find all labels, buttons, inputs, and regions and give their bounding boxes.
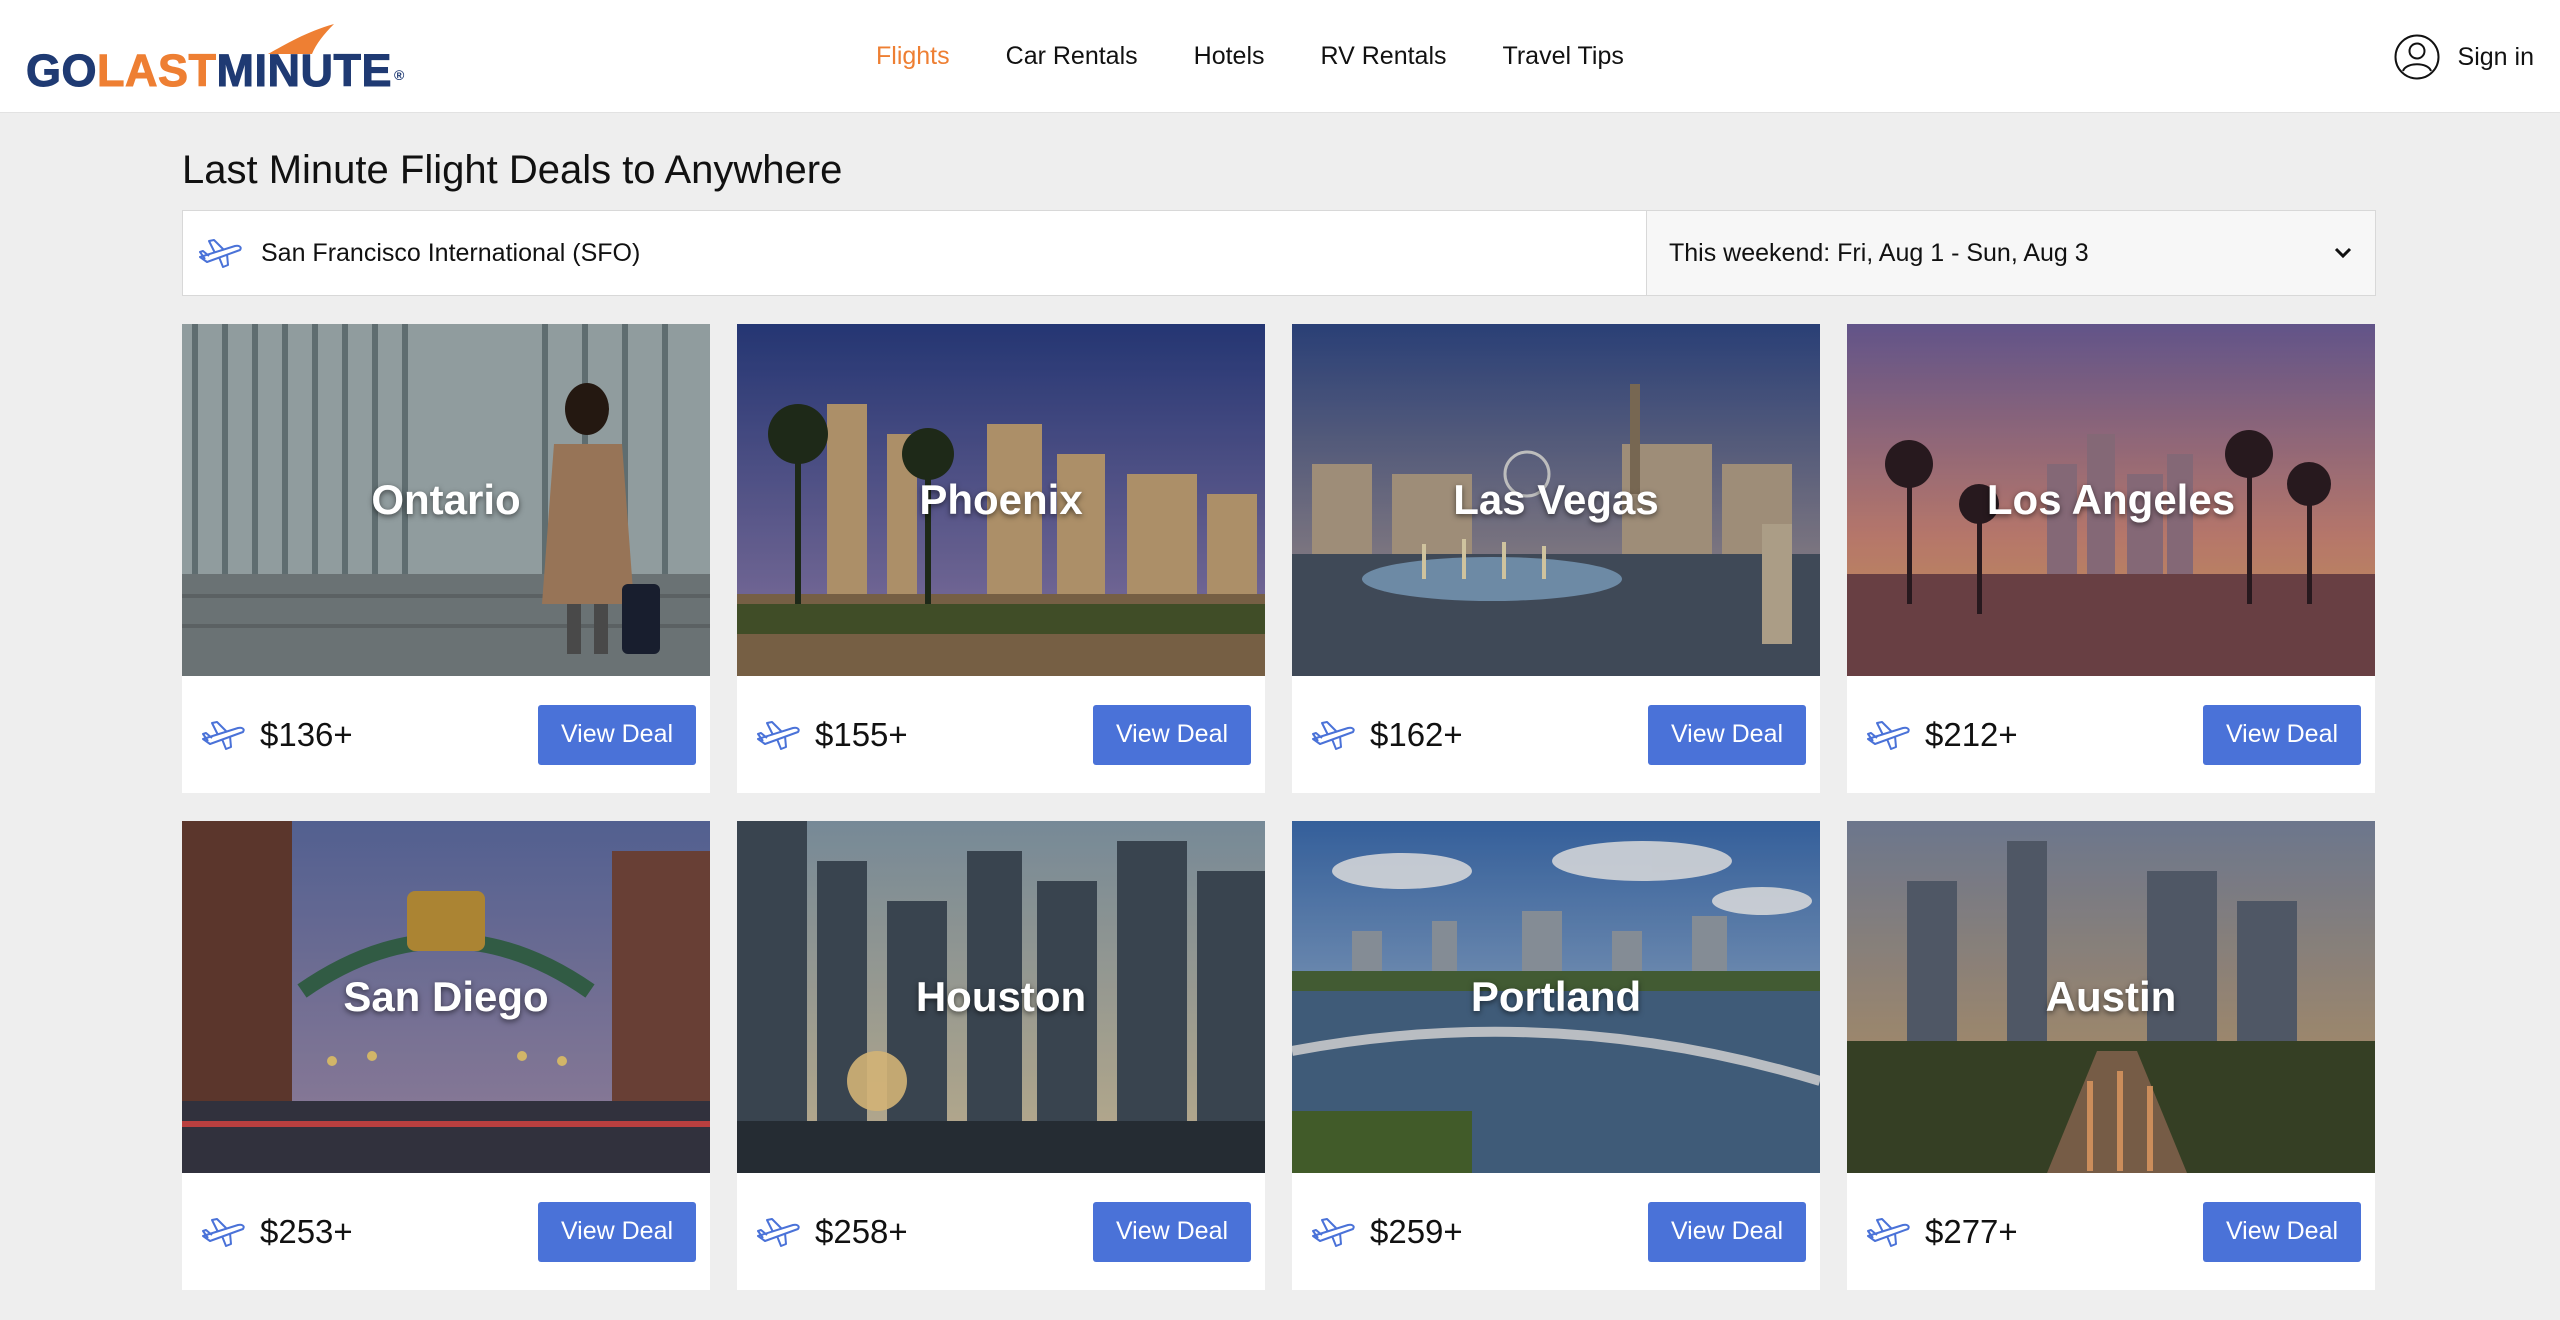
nav-item-car-rentals[interactable]: Car Rentals — [1006, 42, 1138, 71]
card-footer: $212+ View Deal — [1847, 676, 2375, 793]
price-group: $258+ — [755, 1213, 908, 1251]
view-deal-button[interactable]: View Deal — [538, 1201, 696, 1262]
city-photo[interactable]: Phoenix — [737, 324, 1265, 676]
price-group: $162+ — [1310, 716, 1463, 754]
deal-card-portland[interactable]: Portland $259+ View Deal — [1292, 821, 1820, 1290]
city-name: Austin — [2045, 973, 2177, 1020]
city-photo[interactable]: Houston — [737, 821, 1265, 1173]
city-photo[interactable]: Portland — [1292, 821, 1820, 1173]
view-deal-button[interactable]: View Deal — [538, 704, 696, 765]
view-deal-button[interactable]: View Deal — [2203, 704, 2361, 765]
deal-card-las-vegas[interactable]: Las Vegas $162+ View Deal — [1292, 324, 1820, 793]
plane-icon — [1312, 720, 1355, 750]
nav-item-hotels[interactable]: Hotels — [1194, 42, 1265, 71]
main-nav: Flights Car Rentals Hotels RV Rentals Tr… — [876, 0, 1680, 113]
city-name: Phoenix — [919, 476, 1083, 523]
plane-icon — [1867, 1217, 1910, 1247]
city-photo[interactable]: Austin — [1847, 821, 2375, 1173]
price-group: $259+ — [1310, 1213, 1463, 1251]
price-group: $212+ — [1865, 716, 2018, 754]
city-photo[interactable]: Ontario — [182, 324, 710, 676]
city-name: Portland — [1470, 973, 1642, 1020]
card-footer: $253+ View Deal — [182, 1173, 710, 1290]
price-group: $253+ — [200, 1213, 353, 1251]
sign-in-button[interactable]: Sign in — [2394, 32, 2534, 82]
nav-item-flights[interactable]: Flights — [876, 42, 950, 71]
user-circle-icon — [2394, 34, 2440, 80]
view-deal-button[interactable]: View Deal — [2203, 1201, 2361, 1262]
date-range-value: This weekend: Fri, Aug 1 - Sun, Aug 3 — [1669, 238, 2089, 267]
origin-input[interactable] — [261, 238, 1561, 268]
card-footer: $162+ View Deal — [1292, 676, 1820, 793]
plane-icon — [202, 1217, 245, 1247]
card-footer: $155+ View Deal — [737, 676, 1265, 793]
plane-icon — [757, 1217, 800, 1247]
deal-card-los-angeles[interactable]: Los Angeles $212+ View Deal — [1847, 324, 2375, 793]
price-group: $155+ — [755, 716, 908, 754]
logo-registered-mark: ® — [394, 67, 405, 83]
logo-last: LAST — [97, 45, 217, 96]
deal-price: $258+ — [815, 1212, 908, 1250]
date-range-select[interactable]: This weekend: Fri, Aug 1 - Sun, Aug 3 — [1647, 211, 2375, 295]
price-group: $277+ — [1865, 1213, 2018, 1251]
deal-price: $212+ — [1925, 715, 2018, 753]
nav-item-rv-rentals[interactable]: RV Rentals — [1321, 42, 1447, 71]
plane-icon — [202, 720, 245, 750]
nav-item-travel-tips[interactable]: Travel Tips — [1503, 42, 1624, 71]
card-footer: $258+ View Deal — [737, 1173, 1265, 1290]
deal-card-houston[interactable]: Houston $258+ View Deal — [737, 821, 1265, 1290]
deal-price: $136+ — [260, 715, 353, 753]
plane-icon — [1312, 1217, 1355, 1247]
deal-card-austin[interactable]: Austin $277+ View Deal — [1847, 821, 2375, 1290]
deal-card-phoenix[interactable]: Phoenix $155+ View Deal — [737, 324, 1265, 793]
city-name: Los Angeles — [1986, 476, 2236, 523]
view-deal-button[interactable]: View Deal — [1093, 704, 1251, 765]
logo-wordmark: GOLASTMINUTE ® — [25, 45, 405, 96]
page-title: Last Minute Flight Deals to Anywhere — [182, 148, 843, 192]
deal-price: $253+ — [260, 1212, 353, 1250]
deal-card-san-diego[interactable]: San Diego $253+ View Deal — [182, 821, 710, 1290]
deal-price: $259+ — [1370, 1212, 1463, 1250]
city-photo[interactable]: San Diego — [182, 821, 710, 1173]
view-deal-button[interactable]: View Deal — [1093, 1201, 1251, 1262]
sign-in-label: Sign in — [2457, 42, 2534, 71]
origin-field[interactable] — [183, 211, 1647, 295]
city-photo[interactable]: Las Vegas — [1292, 324, 1820, 676]
city-name: San Diego — [343, 973, 549, 1020]
price-group: $136+ — [200, 716, 353, 754]
city-photo[interactable]: Los Angeles — [1847, 324, 2375, 676]
view-deal-button[interactable]: View Deal — [1648, 704, 1806, 765]
site-header: GOLASTMINUTE ® Flights Car Rentals Hotels… — [0, 0, 2560, 113]
card-footer: $277+ View Deal — [1847, 1173, 2375, 1290]
deal-price: $162+ — [1370, 715, 1463, 753]
chevron-down-icon — [2334, 247, 2352, 259]
logo-minute: MINUTE — [216, 45, 393, 96]
city-name: Ontario — [371, 476, 521, 523]
deals-grid: Ontario $136+ View Deal Phoenix $155+ Vi… — [182, 324, 2376, 1290]
plane-icon — [199, 239, 242, 268]
card-footer: $136+ View Deal — [182, 676, 710, 793]
view-deal-button[interactable]: View Deal — [1648, 1201, 1806, 1262]
city-name: Houston — [915, 973, 1087, 1020]
search-bar: This weekend: Fri, Aug 1 - Sun, Aug 3 — [182, 210, 2376, 296]
plane-icon — [757, 720, 800, 750]
golastminute-logo[interactable]: GOLASTMINUTE ® — [25, 22, 456, 96]
deal-price: $155+ — [815, 715, 908, 753]
deal-price: $277+ — [1925, 1212, 2018, 1250]
logo-go: GO — [25, 45, 98, 96]
deal-card-ontario[interactable]: Ontario $136+ View Deal — [182, 324, 710, 793]
city-name: Las Vegas — [1453, 476, 1659, 523]
plane-icon — [1867, 720, 1910, 750]
card-footer: $259+ View Deal — [1292, 1173, 1820, 1290]
